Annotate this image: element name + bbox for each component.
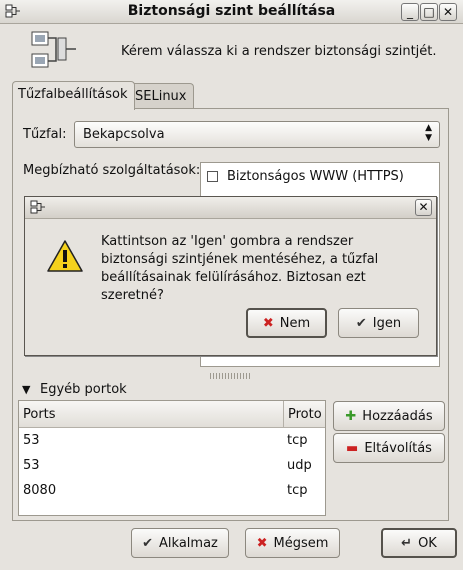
maximize-button[interactable]: □ <box>420 3 438 21</box>
checkmark-icon: ✔ <box>142 535 154 551</box>
expander-arrow-icon[interactable]: ▼ <box>22 383 30 396</box>
combo-arrows-icon: ▲ ▼ <box>425 123 432 143</box>
other-ports-expander[interactable]: Egyéb portok <box>40 382 127 397</box>
instruction-text: Kérem válassza ki a rendszer biztonsági … <box>121 44 437 59</box>
window-title: Biztonsági szint beállítása <box>127 3 336 19</box>
add-port-button[interactable]: ✚ Hozzáadás <box>333 401 445 431</box>
no-button[interactable]: ✖ Nem <box>246 308 327 338</box>
ok-label: OK <box>418 535 437 551</box>
table-row[interactable]: 8080 tcp <box>19 479 325 504</box>
service-label: Biztonságos WWW (HTTPS) <box>227 169 404 184</box>
tab-selinux-label: SELinux <box>135 89 187 104</box>
tab-selinux[interactable]: SELinux <box>129 83 194 110</box>
ports-table: Ports Proto 53 tcp 53 udp 8080 tcp <box>18 400 326 516</box>
table-header: Ports Proto <box>19 401 325 428</box>
network-firewall-icon <box>30 30 78 72</box>
cross-icon: ✖ <box>256 535 268 551</box>
dialog-title-bar: ✕ <box>25 197 436 219</box>
cancel-button[interactable]: ✖ Mégsem <box>245 528 340 558</box>
column-header-ports[interactable]: Ports <box>23 407 56 422</box>
apply-button[interactable]: ✔ Alkalmaz <box>131 528 229 558</box>
trusted-services-label: Megbízható szolgáltatások: <box>23 163 201 178</box>
pane-resize-handle[interactable] <box>210 373 250 379</box>
return-arrow-icon: ↵ <box>401 535 413 551</box>
firewall-label: Tűzfal: <box>23 127 67 142</box>
checkmark-icon: ✔ <box>355 315 367 331</box>
yes-button[interactable]: ✔ Igen <box>338 308 419 338</box>
dialog-message: Kattintson az 'Igen' gombra a rendszer b… <box>101 234 379 303</box>
tab-firewall-label: Tűzfalbeállítások <box>18 87 128 102</box>
cancel-label: Mégsem <box>273 535 329 551</box>
dialog-close-button[interactable]: ✕ <box>415 199 432 216</box>
minimize-button[interactable]: _ <box>401 3 419 21</box>
column-header-proto[interactable]: Proto <box>283 401 322 427</box>
proto-cell: tcp <box>287 483 308 498</box>
port-cell: 8080 <box>23 483 57 498</box>
dialog-menu-icon[interactable] <box>30 200 46 215</box>
apply-label: Alkalmaz <box>159 535 218 551</box>
list-item[interactable]: Biztonságos WWW (HTTPS) <box>207 169 404 184</box>
remove-port-button[interactable]: ▬ Eltávolítás <box>333 433 445 463</box>
firewall-select-value: Bekapcsolva <box>83 127 165 142</box>
close-button[interactable]: ✕ <box>439 3 457 21</box>
table-row[interactable]: 53 udp <box>19 454 325 479</box>
firewall-select[interactable]: Bekapcsolva ▲ ▼ <box>74 121 440 148</box>
remove-port-label: Eltávolítás <box>364 440 432 456</box>
proto-cell: tcp <box>287 433 308 448</box>
warning-icon <box>47 239 83 273</box>
cross-icon: ✖ <box>262 315 274 331</box>
ok-button[interactable]: ↵ OK <box>381 528 457 558</box>
port-cell: 53 <box>23 458 40 473</box>
yes-label: Igen <box>372 315 402 331</box>
add-port-label: Hozzáadás <box>362 408 433 424</box>
no-label: Nem <box>279 315 311 331</box>
plus-icon: ✚ <box>345 408 357 424</box>
confirm-dialog: ✕ Kattintson az 'Igen' gombra a rendszer… <box>24 196 437 356</box>
service-checkbox[interactable] <box>207 171 218 182</box>
table-row[interactable]: 53 tcp <box>19 429 325 454</box>
minus-icon: ▬ <box>346 440 359 456</box>
tab-firewall[interactable]: Tűzfalbeállítások <box>12 81 135 110</box>
proto-cell: udp <box>287 458 312 473</box>
port-cell: 53 <box>23 433 40 448</box>
title-bar: Biztonsági szint beállítása _ □ ✕ <box>0 0 463 24</box>
